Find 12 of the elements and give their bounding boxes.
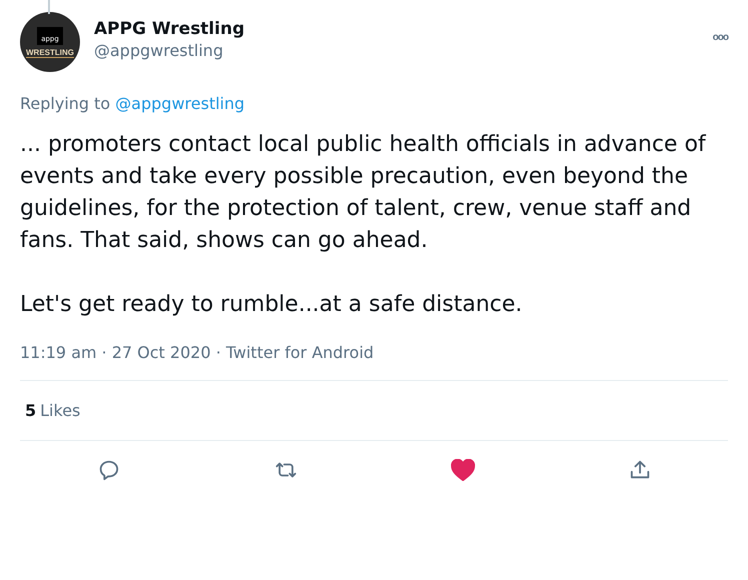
more-button[interactable]: ooo [712,24,728,51]
like-button[interactable] [450,457,476,483]
mention-link[interactable]: @appgwrestling [115,94,245,113]
likes-label[interactable]: Likes [40,401,80,420]
author-handle[interactable]: @appgwrestling [94,40,699,62]
author-name[interactable]: APPG Wrestling [94,18,699,40]
likes-count[interactable]: 5 [25,401,36,420]
tweet-meta: 11:19 am · 27 Oct 2020 · Twitter for Android [20,343,374,362]
replying-label: Replying to [20,94,112,113]
tweet-text: ... promoters contact local public health officials in advance of events and take every possible precaution, even beyond the guidelines, for the protection of talent, crew, venue staff and fans. That said, shows can go ahead. [20,131,707,255]
tweet-text: Let's get ready to rumble...at a safe distance. [20,291,524,319]
avatar-logo-text: WRESTLING [26,48,74,58]
